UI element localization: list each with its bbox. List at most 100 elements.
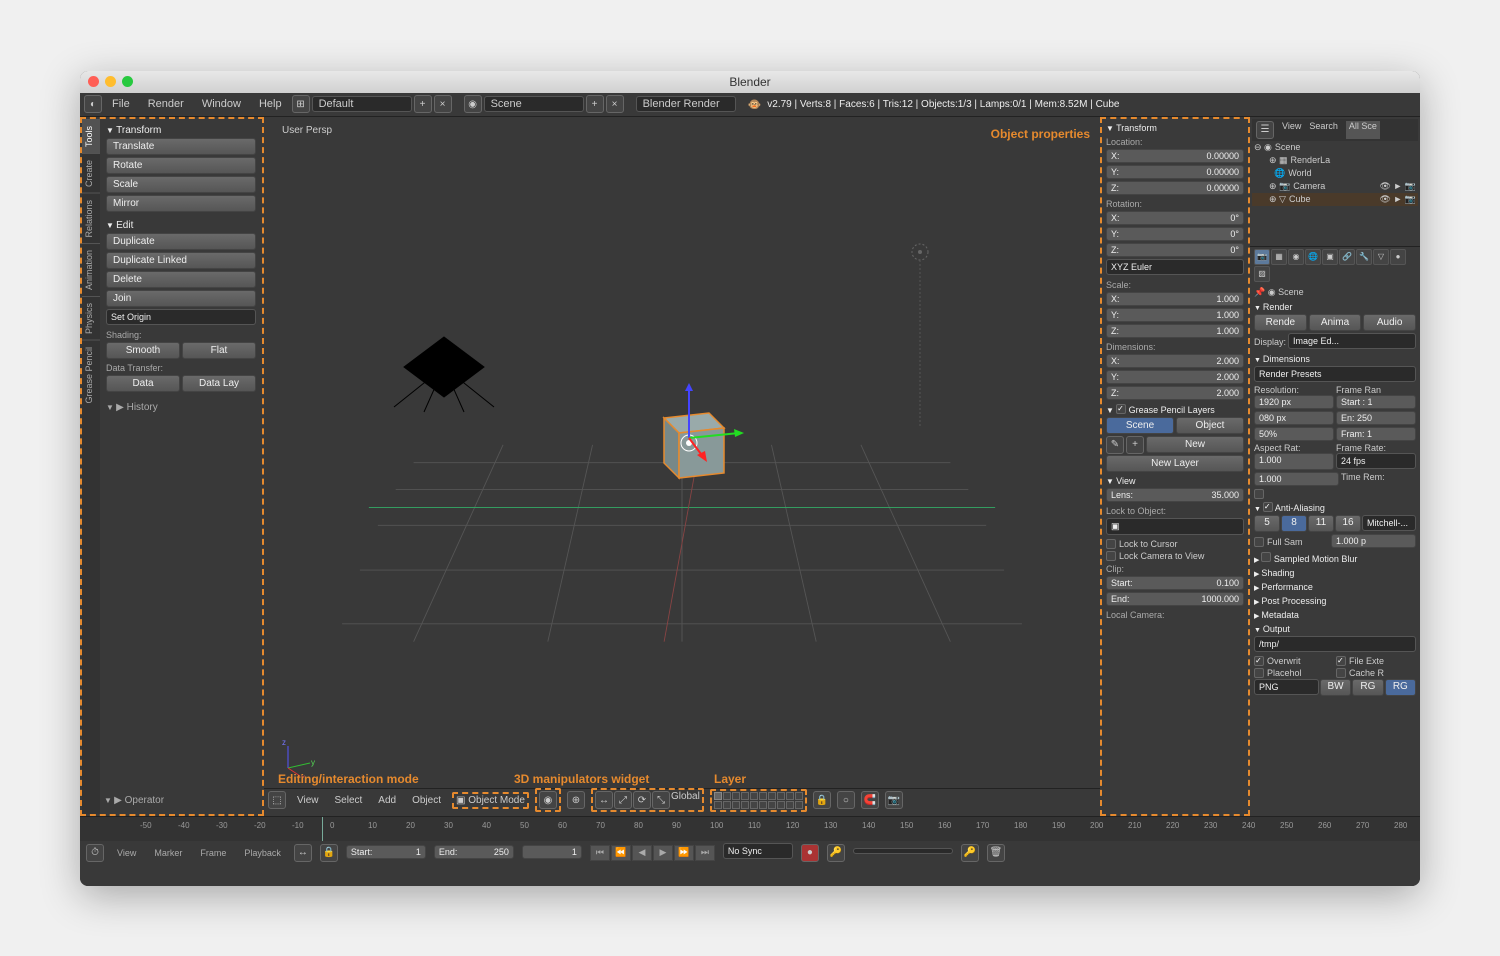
operator-panel-header[interactable]: ▶ Operator	[104, 793, 256, 808]
gp-brush-icon[interactable]: ✎	[1106, 436, 1124, 454]
gp-scene-tab[interactable]: Scene	[1106, 417, 1174, 434]
sync-dropdown[interactable]: No Sync	[723, 843, 793, 859]
frame-end-field[interactable]: En: 250	[1336, 411, 1416, 425]
audio-button[interactable]: Audio	[1363, 314, 1416, 331]
keying-set-dropdown[interactable]	[853, 848, 953, 854]
keyframe-next-icon[interactable]: ⏩	[674, 845, 694, 861]
manipulator-scale-icon[interactable]: ⤡	[652, 791, 670, 809]
aspect-x-field[interactable]: 1.000	[1254, 453, 1334, 470]
gp-new-button[interactable]: New	[1146, 436, 1244, 453]
manipulator-rotate-icon[interactable]: ⟳	[633, 791, 651, 809]
jump-start-icon[interactable]: ⏮	[590, 845, 610, 861]
lock-cursor-checkbox[interactable]: Lock to Cursor	[1106, 538, 1244, 550]
lock-range-icon[interactable]: 🔒	[320, 844, 338, 862]
lens-field[interactable]: Lens:35.000	[1106, 488, 1244, 502]
remove-layout-icon[interactable]: ×	[434, 95, 452, 113]
proportional-edit-icon[interactable]: ○	[837, 791, 855, 809]
rot-z-field[interactable]: Z:0°	[1106, 243, 1244, 257]
join-button[interactable]: Join	[106, 290, 256, 307]
ptab-modifiers[interactable]: 🔧	[1356, 249, 1372, 265]
tab-relations[interactable]: Relations	[82, 193, 100, 244]
ptab-constraints[interactable]: 🔗	[1339, 249, 1355, 265]
outliner-cube[interactable]: ⊕ ▽ Cube 👁 ► 📷	[1252, 193, 1418, 206]
manipulator-gizmo[interactable]	[679, 383, 759, 463]
render-menu[interactable]: Render	[140, 96, 192, 112]
delete-key-icon[interactable]: 🗑	[987, 844, 1005, 862]
gp-object-tab[interactable]: Object	[1176, 417, 1244, 434]
frame-step-field[interactable]: Fram: 1	[1336, 427, 1416, 441]
loc-z-field[interactable]: Z:0.00000	[1106, 181, 1244, 195]
rot-x-field[interactable]: X:0°	[1106, 211, 1244, 225]
scene-icon[interactable]: ◉	[464, 95, 482, 113]
ptab-render[interactable]: 📷	[1254, 249, 1270, 265]
shading-section-header[interactable]: Shading	[1254, 566, 1416, 580]
lock-object-dropdown[interactable]: ▣	[1106, 518, 1244, 535]
channel-rgb[interactable]: RG	[1352, 679, 1383, 696]
aa-16[interactable]: 16	[1335, 515, 1361, 532]
close-window-button[interactable]	[88, 76, 99, 87]
ptab-renderlayers[interactable]: ▦	[1271, 249, 1287, 265]
animation-button[interactable]: Anima	[1309, 314, 1362, 331]
aa-5[interactable]: 5	[1254, 515, 1280, 532]
lamp-object[interactable]	[905, 237, 935, 437]
manipulator-translate-icon[interactable]: ⤢	[614, 791, 632, 809]
motion-blur-header[interactable]: Sampled Motion Blur	[1254, 550, 1416, 566]
outliner-scene[interactable]: ⊖ ◉ Scene	[1252, 141, 1418, 154]
layer-buttons[interactable]	[714, 792, 803, 809]
ptab-scene[interactable]: ◉	[1288, 249, 1304, 265]
outliner-filter[interactable]: All Sce	[1346, 121, 1380, 139]
metadata-section-header[interactable]: Metadata	[1254, 608, 1416, 622]
dimensions-section-header[interactable]: Dimensions	[1254, 352, 1416, 366]
tab-tools[interactable]: Tools	[82, 119, 100, 153]
loc-x-field[interactable]: X:0.00000	[1106, 149, 1244, 163]
dim-x-field[interactable]: X:2.000	[1106, 354, 1244, 368]
shade-smooth-button[interactable]: Smooth	[106, 342, 180, 359]
outliner-world[interactable]: 🌐 World	[1252, 167, 1418, 180]
tab-animation[interactable]: Animation	[82, 243, 100, 296]
fileext-checkbox[interactable]: File Exte	[1336, 655, 1416, 667]
gp-add-icon[interactable]: +	[1126, 436, 1144, 454]
ptab-texture[interactable]: ▨	[1254, 266, 1270, 282]
camera-object[interactable]	[384, 327, 504, 417]
minimize-window-button[interactable]	[105, 76, 116, 87]
outliner-renderlayers[interactable]: ⊕ ▦ RenderLa	[1252, 154, 1418, 167]
range-icon[interactable]: ↔	[294, 844, 312, 862]
timeline-playhead[interactable]	[322, 817, 323, 841]
rot-y-field[interactable]: Y:0°	[1106, 227, 1244, 241]
layout-icon[interactable]: ⊞	[292, 95, 310, 113]
keyframe-prev-icon[interactable]: ⏪	[611, 845, 631, 861]
aa-section-header[interactable]: Anti-Aliasing	[1254, 500, 1416, 515]
insert-key-icon[interactable]: 🔑	[961, 844, 979, 862]
dim-y-field[interactable]: Y:2.000	[1106, 370, 1244, 384]
res-pct-field[interactable]: 50%	[1254, 427, 1334, 441]
mirror-button[interactable]: Mirror	[106, 195, 256, 212]
frame-start-field[interactable]: Start : 1	[1336, 395, 1416, 409]
postprocessing-section-header[interactable]: Post Processing	[1254, 594, 1416, 608]
translate-button[interactable]: Translate	[106, 138, 256, 155]
res-y-field[interactable]: 080 px	[1254, 411, 1334, 425]
output-path-field[interactable]: /tmp/	[1254, 636, 1416, 652]
help-menu[interactable]: Help	[251, 96, 290, 112]
jump-end-icon[interactable]: ⏭	[695, 845, 715, 861]
editor-type-icon[interactable]: ⬚	[268, 791, 286, 809]
tab-greasepencil[interactable]: Grease Pencil	[82, 340, 100, 410]
start-frame-field[interactable]: Start:1	[346, 845, 426, 859]
tl-view-menu[interactable]: View	[112, 846, 141, 860]
view-panel-header[interactable]: View	[1106, 474, 1244, 488]
ptab-object[interactable]: ▣	[1322, 249, 1338, 265]
gp-new-layer-button[interactable]: New Layer	[1106, 455, 1244, 472]
tl-marker-menu[interactable]: Marker	[149, 846, 187, 860]
render-presets-dropdown[interactable]: Render Presets	[1254, 366, 1416, 382]
scale-y-field[interactable]: Y:1.000	[1106, 308, 1244, 322]
timeline-editor-icon[interactable]: ⏱	[86, 844, 104, 862]
tl-frame-menu[interactable]: Frame	[195, 846, 231, 860]
display-dropdown[interactable]: Image Ed...	[1288, 333, 1416, 349]
render-button[interactable]: Rende	[1254, 314, 1307, 331]
set-origin-dropdown[interactable]: Set Origin	[106, 309, 256, 325]
fps-dropdown[interactable]: 24 fps	[1336, 453, 1416, 469]
add-scene-icon[interactable]: +	[586, 95, 604, 113]
dim-z-field[interactable]: Z:2.000	[1106, 386, 1244, 400]
viewport-shading-icon[interactable]: ◉	[539, 791, 557, 809]
ptab-material[interactable]: ●	[1390, 249, 1406, 265]
res-x-field[interactable]: 1920 px	[1254, 395, 1334, 409]
